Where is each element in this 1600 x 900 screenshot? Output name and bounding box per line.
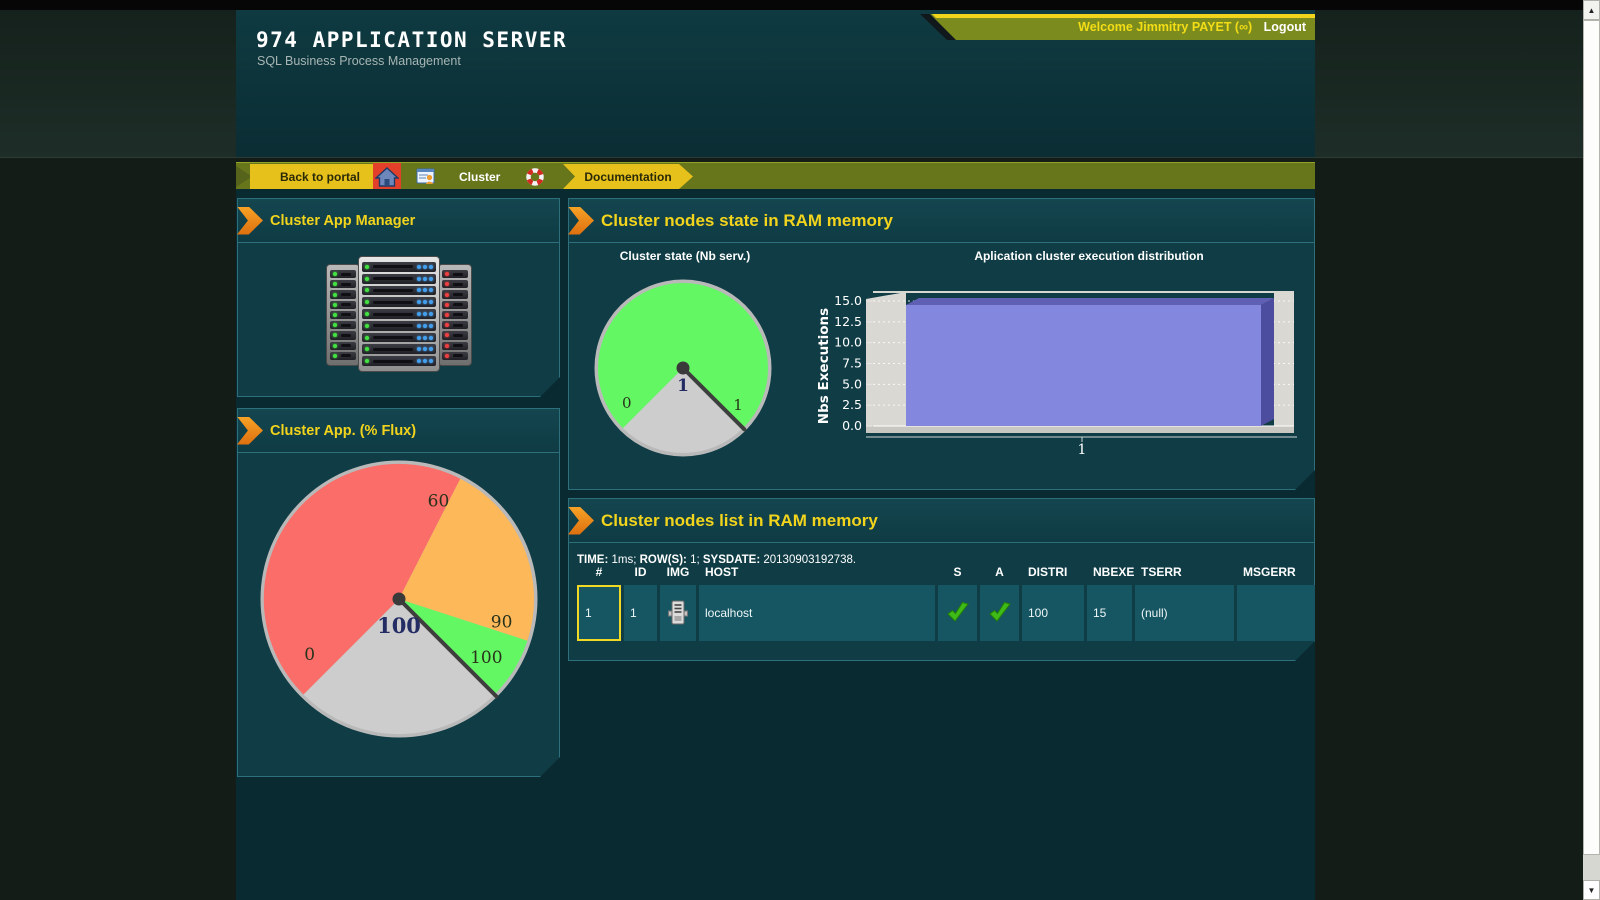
check-icon (938, 585, 977, 641)
col-a: A (980, 563, 1019, 581)
page: { "header": { "app_title": "974 APPLICAT… (0, 0, 1600, 900)
rack-tower (438, 264, 472, 366)
app-subtitle: SQL Business Process Management (257, 54, 461, 68)
panel-cluster-nodes-state-header: Cluster nodes state in RAM memory (569, 199, 1314, 243)
svg-text:12.5: 12.5 (834, 314, 862, 329)
nav-bar: Back to portal Cluster Documentation (236, 162, 1315, 191)
home-icon (375, 165, 399, 188)
state-gauge-chart: 0 1 1 (589, 274, 779, 474)
svg-text:0.0: 0.0 (842, 418, 862, 433)
cell-host: localhost (699, 585, 935, 641)
cell-num: 1 (577, 585, 621, 641)
cell-nbexe: 15 (1087, 585, 1132, 641)
server-rack-image (324, 256, 474, 374)
col-host: HOST (699, 563, 935, 581)
panel-cluster-nodes-list: Cluster nodes list in RAM memory TIME: 1… (568, 498, 1315, 661)
user-list-icon[interactable] (416, 167, 436, 186)
orange-arrow-icon (237, 417, 263, 445)
orange-arrow-icon (568, 507, 594, 535)
orange-arrow-icon (568, 207, 594, 235)
nav-back-to-portal[interactable]: Back to portal (250, 164, 390, 189)
panel-cluster-app-flux: Cluster App. (% Flux) 0 60 90 100 100 (237, 408, 560, 777)
col-num: # (577, 563, 621, 581)
svg-text:90: 90 (491, 613, 513, 633)
svg-text:15.0: 15.0 (834, 293, 862, 308)
scrollbar-thumb[interactable] (1583, 20, 1600, 855)
svg-text:100: 100 (377, 613, 421, 638)
col-s: S (938, 563, 977, 581)
app-title: 974 APPLICATION SERVER (256, 28, 567, 52)
nav-cluster-label[interactable]: Cluster (459, 163, 500, 190)
logout-link[interactable]: Logout (1264, 20, 1306, 34)
svg-text:1: 1 (1078, 442, 1087, 458)
execution-bar-chart: 0.0 2.5 5.0 7.5 10.0 12.5 15.0Nbs Executions 1 (816, 286, 1301, 466)
scrollbar-up-button[interactable]: ▲ (1583, 0, 1600, 20)
col-nbexe: NBEXE (1087, 563, 1132, 581)
svg-text:2.5: 2.5 (842, 397, 862, 412)
nav-home-button[interactable] (373, 163, 401, 190)
svg-text:0: 0 (622, 394, 632, 412)
bar-chart-title: Aplication cluster execution distributio… (869, 249, 1309, 263)
svg-text:1: 1 (733, 396, 743, 414)
col-tserr: TSERR (1135, 563, 1234, 581)
lifering-icon[interactable] (525, 167, 545, 186)
panel-cluster-nodes-state: Cluster nodes state in RAM memory Cluste… (568, 198, 1315, 490)
section-title: Cluster nodes state in RAM memory (601, 211, 893, 231)
top-black-strip (0, 0, 1600, 10)
nav-back-arrow-icon (236, 166, 252, 187)
svg-text:60: 60 (428, 491, 450, 511)
nav-documentation[interactable]: Documentation (563, 164, 693, 189)
panel-cluster-nodes-list-header: Cluster nodes list in RAM memory (569, 499, 1314, 543)
check-icon (980, 585, 1019, 641)
col-id: ID (624, 563, 657, 581)
cell-tserr: (null) (1135, 585, 1234, 641)
rack-tower (358, 256, 440, 372)
rack-tower (326, 264, 360, 366)
panel-cluster-app-manager-header: Cluster App Manager (238, 199, 559, 243)
col-msgerr: MSGERR (1237, 563, 1316, 581)
gauge-chart-title: Cluster state (Nb serv.) (569, 249, 801, 263)
welcome-banner: Welcome Jimmitry PAYET (∞) Logout (920, 14, 1315, 40)
welcome-text: Welcome Jimmitry PAYET (∞) (1078, 20, 1252, 34)
cell-distri: 100 (1022, 585, 1084, 641)
col-img: IMG (660, 563, 696, 581)
vertical-scrollbar[interactable]: ▲ ▼ (1583, 0, 1600, 900)
flux-gauge-chart: 0 60 90 100 100 (238, 454, 561, 783)
cell-msgerr (1237, 585, 1316, 641)
section-title: Cluster nodes list in RAM memory (601, 511, 878, 531)
panel-cluster-app-flux-header: Cluster App. (% Flux) (238, 409, 559, 453)
svg-text:10.0: 10.0 (834, 335, 862, 350)
svg-text:100: 100 (470, 648, 502, 668)
scrollbar-down-button[interactable]: ▼ (1583, 880, 1600, 900)
panel-cluster-app-manager: Cluster App Manager (237, 198, 560, 397)
orange-arrow-icon (237, 207, 263, 235)
table-header-row: # ID IMG HOST S A DISTRI NBEXE TSERR MSG… (577, 563, 1316, 581)
server-icon (660, 585, 696, 641)
svg-text:Nbs Executions: Nbs Executions (816, 308, 832, 424)
panel-title: Cluster App. (% Flux) (270, 423, 416, 439)
table-row[interactable]: 1 1 localhost 100 15 (null) (577, 585, 1316, 641)
svg-text:5.0: 5.0 (842, 376, 862, 391)
svg-text:0: 0 (304, 645, 315, 665)
cell-id: 1 (624, 585, 657, 641)
svg-text:7.5: 7.5 (842, 356, 862, 371)
svg-text:1: 1 (677, 376, 689, 396)
panel-title: Cluster App Manager (270, 213, 415, 229)
col-distri: DISTRI (1022, 563, 1084, 581)
